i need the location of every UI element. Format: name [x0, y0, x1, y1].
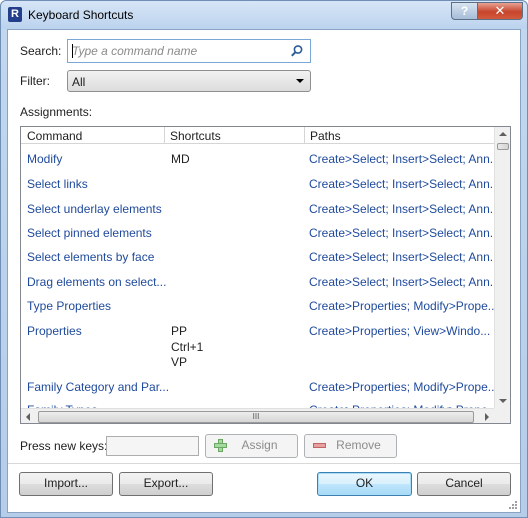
- column-header-command[interactable]: Command: [27, 129, 82, 143]
- assignments-label: Assignments:: [20, 105, 93, 119]
- command-cell: Modify: [27, 152, 63, 166]
- horizontal-scroll-thumb[interactable]: III: [38, 411, 474, 423]
- cancel-button[interactable]: Cancel: [417, 472, 511, 496]
- scrollbar-corner: [494, 408, 510, 423]
- title-bar[interactable]: R Keyboard Shortcuts ? ✕: [1, 1, 527, 29]
- paths-cell: Create>Select; Insert>Select; Ann...: [309, 275, 500, 289]
- command-cell: Select pinned elements: [27, 226, 152, 240]
- command-cell: Select underlay elements: [27, 202, 162, 216]
- filter-label: Filter:: [20, 74, 50, 88]
- filter-dropdown[interactable]: All: [67, 70, 311, 92]
- help-button[interactable]: ?: [451, 2, 477, 20]
- column-header-paths[interactable]: Paths: [310, 129, 341, 143]
- column-header-shortcuts[interactable]: Shortcuts: [170, 129, 221, 143]
- column-divider[interactable]: [164, 127, 165, 144]
- paths-cell: Create>Select; Insert>Select; Ann...: [309, 202, 500, 216]
- search-input[interactable]: [69, 41, 289, 61]
- paths-cell: Create>Select; Insert>Select; Ann...: [309, 226, 500, 240]
- vertical-scroll-thumb[interactable]: [497, 143, 509, 150]
- remove-button[interactable]: Remove: [304, 434, 397, 458]
- press-new-keys-label: Press new keys:: [20, 439, 108, 453]
- search-label: Search:: [20, 44, 62, 58]
- command-cell: Type Properties: [27, 299, 112, 313]
- revit-app-icon: R: [8, 7, 22, 22]
- scroll-up-arrow-icon[interactable]: [499, 132, 507, 136]
- command-cell: Select links: [27, 177, 88, 191]
- remove-label: Remove: [336, 438, 381, 452]
- export-button[interactable]: Export...: [119, 472, 213, 496]
- divider: [8, 463, 520, 464]
- paths-cell: Create>Properties; Modify>Prope...: [309, 299, 498, 313]
- scroll-down-arrow-icon[interactable]: [499, 399, 507, 403]
- resize-grip-icon[interactable]: [507, 499, 517, 509]
- dialog-body: Search: Filter: All Assignments: Command…: [7, 29, 521, 513]
- command-cell: Family Category and Par...: [27, 380, 170, 394]
- ok-button[interactable]: OK: [317, 472, 412, 496]
- shortcuts-cell: PP Ctrl+1 VP: [171, 324, 204, 369]
- horizontal-scrollbar[interactable]: III: [21, 408, 494, 423]
- assign-button[interactable]: Assign: [205, 434, 298, 458]
- plus-icon: [214, 439, 227, 452]
- new-keys-input[interactable]: [106, 436, 199, 456]
- assign-label: Assign: [241, 438, 278, 452]
- paths-cell: Create>Select; Insert>Select; Ann...: [309, 152, 500, 166]
- close-button[interactable]: ✕: [477, 2, 523, 20]
- chevron-down-icon: [296, 79, 304, 83]
- filter-selected-value: All: [72, 75, 86, 89]
- command-cell: Drag elements on select...: [27, 275, 167, 289]
- scroll-right-arrow-icon[interactable]: [485, 413, 489, 421]
- shortcuts-cell: MD: [171, 152, 190, 166]
- paths-cell: Create>Properties; Modify>Prope...: [309, 380, 498, 394]
- grid-header: Command Shortcuts Paths: [21, 127, 494, 144]
- import-button[interactable]: Import...: [19, 472, 113, 496]
- keyboard-shortcuts-window: R Keyboard Shortcuts ? ✕ Search: Filter:…: [0, 0, 528, 518]
- assignments-grid[interactable]: Command Shortcuts Paths Modify MD Create…: [20, 126, 511, 424]
- paths-cell: Create>Select; Insert>Select; Ann...: [309, 250, 500, 264]
- column-divider[interactable]: [304, 127, 305, 144]
- paths-cell: Create>Select; Insert>Select; Ann...: [309, 177, 500, 191]
- search-icon[interactable]: [290, 44, 304, 58]
- scroll-left-arrow-icon[interactable]: [26, 413, 30, 421]
- minus-icon: [313, 443, 326, 448]
- window-title: Keyboard Shortcuts: [28, 8, 134, 22]
- paths-cell: Create>Properties; View>Windo...: [309, 324, 491, 338]
- command-cell: Properties: [27, 324, 82, 338]
- command-cell: Select elements by face: [27, 250, 155, 264]
- vertical-scrollbar[interactable]: [494, 127, 510, 408]
- search-box[interactable]: [67, 39, 311, 63]
